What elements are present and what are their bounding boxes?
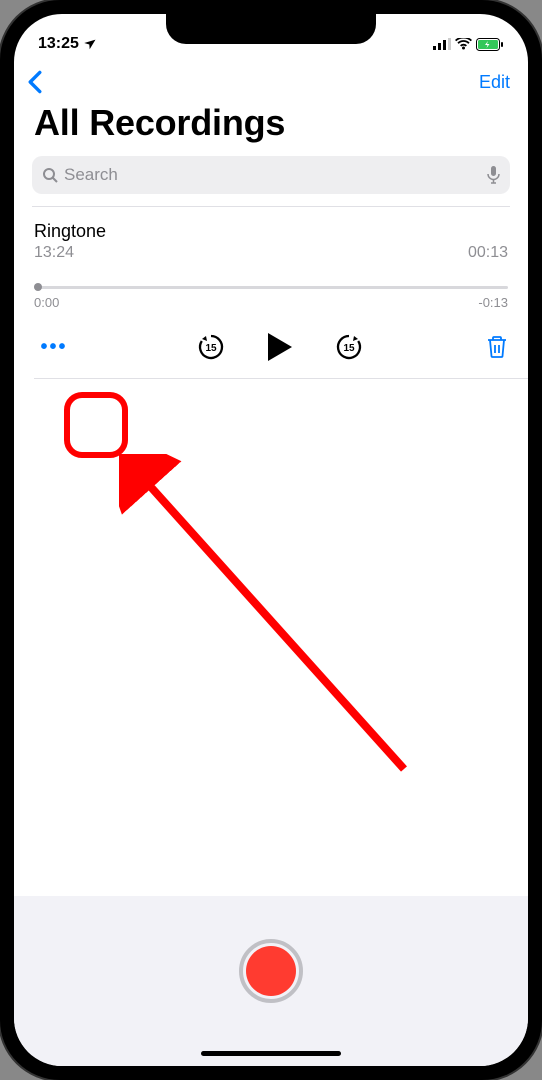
skip-forward-button[interactable]: 15 bbox=[334, 332, 364, 362]
cellular-signal-icon bbox=[433, 38, 451, 50]
mic-icon[interactable] bbox=[487, 166, 500, 184]
search-placeholder: Search bbox=[64, 165, 481, 185]
recording-item[interactable]: Ringtone 13:24 00:13 bbox=[14, 207, 528, 272]
remaining-time: -0:13 bbox=[478, 295, 508, 310]
back-button[interactable] bbox=[26, 70, 44, 94]
svg-text:15: 15 bbox=[343, 343, 355, 354]
delete-button[interactable] bbox=[486, 335, 508, 359]
recording-time: 13:24 bbox=[34, 244, 74, 262]
search-input[interactable]: Search bbox=[32, 156, 510, 194]
annotation-arrow-icon bbox=[119, 454, 419, 784]
record-button[interactable] bbox=[239, 939, 303, 1003]
location-arrow-icon bbox=[83, 37, 97, 51]
more-options-button[interactable]: ••• bbox=[34, 336, 74, 359]
nav-bar: Edit bbox=[14, 62, 528, 98]
recording-title: Ringtone bbox=[34, 221, 508, 242]
recording-duration: 00:13 bbox=[468, 244, 508, 262]
record-bar bbox=[14, 896, 528, 1066]
wifi-icon bbox=[455, 38, 472, 50]
page-title: All Recordings bbox=[14, 98, 528, 156]
skip-back-button[interactable]: 15 bbox=[196, 332, 226, 362]
playback-controls: ••• 15 15 bbox=[14, 314, 528, 378]
svg-text:15: 15 bbox=[205, 343, 217, 354]
annotation-highlight bbox=[64, 392, 128, 458]
play-button[interactable] bbox=[268, 333, 292, 361]
elapsed-time: 0:00 bbox=[34, 295, 59, 310]
search-icon bbox=[42, 167, 58, 183]
home-indicator[interactable] bbox=[201, 1051, 341, 1056]
status-time: 13:25 bbox=[38, 35, 79, 53]
battery-charging-icon bbox=[476, 38, 504, 51]
scrubber-thumb[interactable] bbox=[34, 283, 42, 291]
edit-button[interactable]: Edit bbox=[479, 72, 510, 93]
playback-scrubber[interactable]: 0:00 -0:13 bbox=[14, 272, 528, 314]
